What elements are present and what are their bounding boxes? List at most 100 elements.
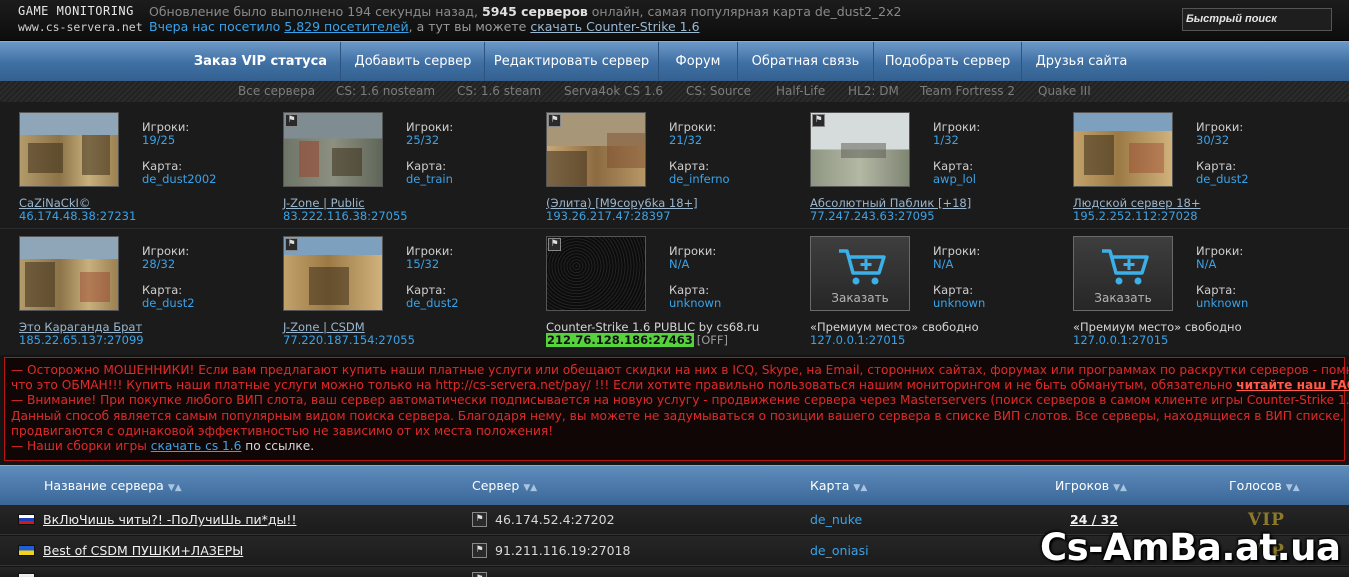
server-ip[interactable]: 46.174.52.4:27202 — [495, 505, 615, 535]
server-ip[interactable]: 77.247.243.63:27095 — [810, 209, 935, 223]
category-strip: Все сервера CS: 1.6 nosteam CS: 1.6 stea… — [0, 81, 1349, 102]
vip-server-card[interactable]: ⚑ Игроки: N/A Карта: unknown Counter-Strik… — [546, 236, 806, 358]
server-ip[interactable]: 193.26.217.47:28397 — [546, 209, 671, 223]
map-thumbnail[interactable] — [19, 236, 119, 311]
server-ip[interactable]: 212.76.128.186:27463 — [546, 333, 694, 347]
sort-icon[interactable]: ▼▲ — [1113, 483, 1127, 493]
premium-slot-label: «Премиум место» свободно — [1073, 320, 1242, 334]
premium-slot-card[interactable]: Заказать Игроки: N/A Карта: unknown «Преми… — [810, 236, 1070, 358]
players-value: 21/32 — [669, 133, 703, 147]
cat-all[interactable]: Все сервера — [238, 84, 315, 98]
vip-server-card[interactable]: Игроки: 19/25 Карта: de_dust2002 CaZiNaCkI… — [19, 112, 279, 234]
order-slot-button[interactable]: Заказать — [1073, 236, 1173, 311]
nav-friends[interactable]: Друзья сайта — [1022, 42, 1141, 82]
update-status: Обновление было выполнено 194 секунды на… — [149, 4, 902, 19]
sort-icon[interactable]: ▼▲ — [523, 483, 537, 493]
cat-nosteam[interactable]: CS: 1.6 nosteam — [336, 84, 435, 98]
sort-icon[interactable]: ▼▲ — [168, 483, 182, 493]
cat-tf2[interactable]: Team Fortress 2 — [920, 84, 1015, 98]
server-name-link[interactable]: Best of CSDM ПУШКИ+ЛАЗЕРЫ — [43, 536, 243, 566]
server-name-link[interactable]: (Элита) [M9copy6ka 18+] — [546, 196, 698, 210]
server-name-link[interactable]: CaZiNaCkI© — [19, 196, 90, 210]
map-value: unknown — [933, 296, 986, 310]
server-ip[interactable]: 91.211.116.19:27018 — [495, 536, 630, 566]
map-thumbnail[interactable]: ⚑ — [546, 236, 646, 311]
players-value: 15/32 — [406, 257, 440, 271]
map-link[interactable]: de_oniasi — [810, 536, 869, 566]
server-name-link[interactable]: ВкЛюЧишь читы?! -ПоЛучиШь пи*ды!! — [43, 505, 296, 535]
cs-icon: ⚑ — [472, 543, 487, 558]
cat-steam[interactable]: CS: 1.6 steam — [457, 84, 541, 98]
warning-line: Данный способ является самым популярным … — [11, 408, 1344, 423]
cart-icon — [839, 249, 886, 285]
nav-add-server[interactable]: Добавить сервер — [342, 42, 485, 82]
vip-server-card[interactable]: Игроки: 30/32 Карта: de_dust2 Людской серв… — [1073, 112, 1333, 234]
map-thumbnail[interactable]: ⚑ — [546, 112, 646, 187]
server-name-link[interactable]: Людской сервер 18+ — [1073, 196, 1201, 210]
servers-table-header: Название сервера ▼▲ Сервер ▼▲ Карта ▼▲ Игро… — [0, 465, 1349, 505]
server-ip[interactable]: 77.220.187.154:27055 — [283, 333, 415, 347]
download-cs-link[interactable]: скачать cs 1.6 — [151, 439, 242, 453]
warning-line: — Наши сборки игры скачать cs 1.6 по ссы… — [11, 439, 315, 454]
server-ip[interactable]: 127.0.0.1:27015 — [810, 333, 905, 347]
faq-link[interactable]: читайте наш FAQ — [1236, 378, 1349, 392]
site-logo[interactable]: GAME MONITORING www.cs-servera.net — [18, 4, 143, 34]
map-thumbnail[interactable]: ⚑ — [283, 236, 383, 311]
map-link[interactable]: de_nuke — [810, 505, 862, 535]
col-votes[interactable]: Голосов ▼▲ — [1229, 466, 1300, 508]
visitors-line: Вчера нас посетило 5,829 посетителей, а … — [149, 19, 700, 34]
map-value: de_dust2 — [142, 296, 195, 310]
nav-edit-server[interactable]: Редактировать сервер — [485, 42, 659, 82]
map-value: de_train — [406, 172, 453, 186]
nav-feedback[interactable]: Обратная связь — [738, 42, 874, 82]
map-thumbnail[interactable] — [19, 112, 119, 187]
quick-search-input[interactable]: Быстрый поиск — [1182, 8, 1332, 31]
cat-serva4ok[interactable]: Serva4ok CS 1.6 — [564, 84, 663, 98]
server-name-link[interactable]: Это Караганда Брат — [19, 320, 142, 334]
server-ip[interactable]: 185.22.65.137:27099 — [19, 333, 144, 347]
order-slot-button[interactable]: Заказать — [810, 236, 910, 311]
nav-forum[interactable]: Форум — [659, 42, 738, 82]
server-ip-row: 212.76.128.186:27463 [OFF] — [546, 333, 728, 347]
cat-quake3[interactable]: Quake III — [1038, 84, 1091, 98]
cat-hl2dm[interactable]: HL2: DM — [848, 84, 899, 98]
watermark: Cs-AmBa.at.ua — [1040, 526, 1341, 569]
server-name-link[interactable]: Counter-Strike 1.6 PUBLIC by cs68.ru — [546, 320, 759, 334]
server-ip[interactable]: 195.2.252.112:27028 — [1073, 209, 1198, 223]
server-ip[interactable]: 46.174.48.38:27231 — [19, 209, 136, 223]
map-value: de_dust2002 — [142, 172, 217, 186]
map-value: awp_lol — [933, 172, 976, 186]
map-thumbnail[interactable]: ⚑ — [810, 112, 910, 187]
server-ip[interactable]: 127.0.0.1:27015 — [1073, 333, 1168, 347]
vip-server-card[interactable]: ⚑ Игроки: 25/32 Карта: de_train J-Zone | P… — [283, 112, 543, 234]
map-thumbnail[interactable] — [1073, 112, 1173, 187]
col-players[interactable]: Игроков ▼▲ — [1055, 466, 1127, 508]
vip-server-card[interactable]: ⚑ Игроки: 15/32 Карта: de_dust2 J-Zone | C… — [283, 236, 543, 358]
premium-slot-card[interactable]: Заказать Игроки: N/A Карта: unknown «Преми… — [1073, 236, 1333, 358]
col-server-name[interactable]: Название сервера ▼▲ — [44, 466, 182, 508]
visitors-link[interactable]: 5,829 посетителей — [284, 19, 408, 34]
cat-half-life[interactable]: Half-Life — [776, 84, 825, 98]
cat-source[interactable]: CS: Source — [686, 84, 751, 98]
server-ip[interactable]: 83.222.116.38:27055 — [283, 209, 408, 223]
nav-find-server[interactable]: Подобрать сервер — [874, 42, 1022, 82]
server-name-link[interactable]: Абсолютный Паблик [+18] — [810, 196, 971, 210]
vip-server-card[interactable]: Игроки: 28/32 Карта: de_dust2 Это Караганд… — [19, 236, 279, 358]
cs-icon: ⚑ — [472, 572, 487, 577]
col-map[interactable]: Карта ▼▲ — [810, 466, 867, 508]
cs-icon: ⚑ — [472, 512, 487, 527]
sort-icon[interactable]: ▼▲ — [1286, 483, 1300, 493]
cs-icon: ⚑ — [548, 238, 561, 251]
map-value: de_dust2 — [1196, 172, 1249, 186]
vip-server-card[interactable]: ⚑ Игроки: 21/32 Карта: de_inferno (Элита) … — [546, 112, 806, 234]
download-cs-link[interactable]: скачать Counter-Strike 1.6 — [530, 19, 699, 34]
nav-order-vip[interactable]: Заказ VIP статуса — [181, 42, 341, 82]
server-info: Игроки: 28/32 Карта: de_dust2 — [142, 244, 195, 310]
vip-server-card[interactable]: ⚑ Игроки: 1/32 Карта: awp_lol Абсолютный П… — [810, 112, 1070, 234]
col-server-address[interactable]: Сервер ▼▲ — [472, 466, 537, 508]
server-info: Игроки: 25/32 Карта: de_train — [406, 120, 454, 186]
server-name-link[interactable]: J-Zone | CSDM — [283, 320, 365, 334]
sort-icon[interactable]: ▼▲ — [853, 483, 867, 493]
server-name-link[interactable]: J-Zone | Public — [283, 196, 365, 210]
map-thumbnail[interactable]: ⚑ — [283, 112, 383, 187]
